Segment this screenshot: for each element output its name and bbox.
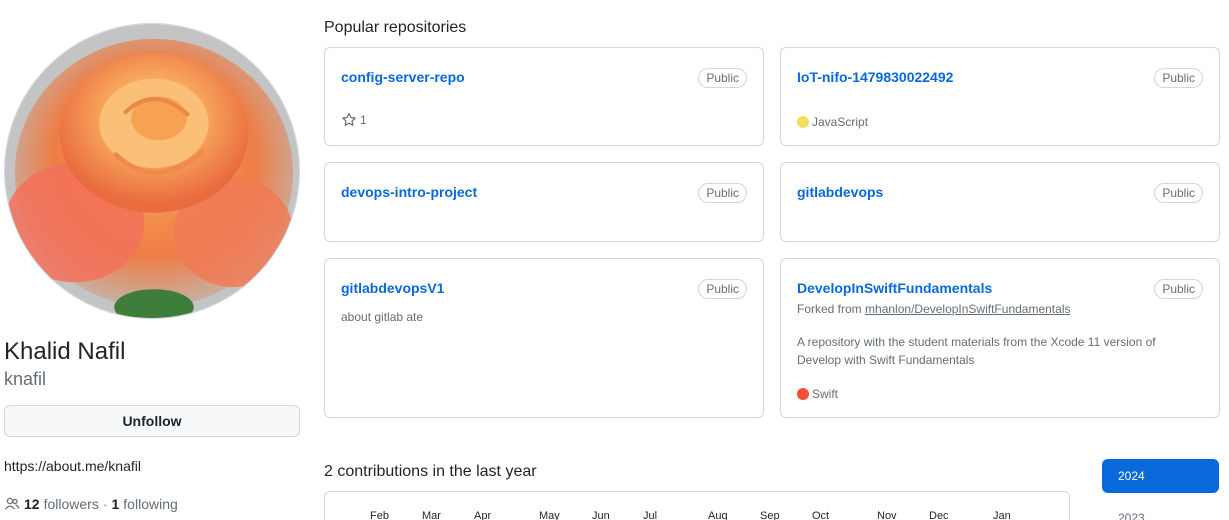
repo-language: Swift (797, 386, 838, 402)
visibility-badge: Public (1154, 279, 1203, 299)
language-color-dot (797, 388, 809, 400)
repo-name-link[interactable]: devops-intro-project (341, 183, 477, 201)
repo-card: DevelopInSwiftFundamentals Public Forked… (780, 258, 1220, 418)
month-label: Jan (993, 510, 1011, 520)
repo-name-link[interactable]: gitlabdevops (797, 183, 883, 201)
month-label: Nov (877, 510, 897, 520)
popular-repositories-title: Popular repositories (324, 19, 467, 36)
repo-name-link[interactable]: config-server-repo (341, 68, 465, 86)
unfollow-button[interactable]: Unfollow (4, 405, 300, 437)
profile-name: Khalid Nafil (4, 338, 126, 365)
people-icon (4, 497, 20, 510)
month-label: Apr (474, 510, 492, 520)
year-2023-link[interactable]: 2023 (1118, 511, 1145, 520)
avatar-rose-image (5, 24, 299, 318)
repo-description: about gitlab ate (341, 310, 424, 324)
forked-from-link[interactable]: mhanlon/DevelopInSwiftFundamentals (865, 302, 1070, 316)
repo-name-link[interactable]: gitlabdevopsV1 (341, 279, 444, 297)
followers-count: 12 (24, 496, 40, 512)
month-label: Mar (422, 510, 441, 520)
language-name: Swift (812, 387, 839, 401)
month-label: Jun (592, 510, 610, 520)
following-count: 1 (111, 496, 120, 512)
repo-name-link[interactable]: IoT-nifo-1479830022492 (797, 68, 953, 86)
visibility-badge: Public (1154, 183, 1203, 203)
profile-url-link[interactable]: https://about.me/knafil (4, 456, 141, 476)
month-label: Jul (643, 510, 658, 520)
repo-card: gitlabdevops Public (780, 162, 1220, 242)
repo-stars[interactable]: 1 (341, 112, 367, 128)
repo-language: JavaScript (797, 114, 868, 130)
repo-card: devops-intro-project Public (324, 162, 764, 242)
star-icon (342, 112, 356, 126)
visibility-badge: Public (698, 68, 747, 88)
month-label: Feb (370, 510, 389, 520)
visibility-badge: Public (1154, 68, 1203, 88)
month-label: Oct (812, 510, 830, 520)
avatar[interactable] (4, 23, 300, 319)
visibility-badge: Public (698, 279, 747, 299)
following-label: following (123, 496, 178, 512)
visibility-badge: Public (698, 183, 747, 203)
followers-link[interactable]: 12 followers (24, 494, 99, 514)
month-label: Dec (929, 510, 949, 520)
star-count: 1 (360, 113, 367, 127)
month-label: May (539, 510, 560, 520)
followers-label: followers (43, 496, 99, 512)
profile-login: knafil (4, 369, 47, 389)
following-link[interactable]: 1 following (112, 494, 178, 514)
follow-stats: 12 followers · 1 following (4, 494, 178, 514)
repo-card: config-server-repo Public 1 (324, 47, 764, 146)
forked-prefix: Forked from (797, 302, 862, 316)
repo-name-link[interactable]: DevelopInSwiftFundamentals (797, 279, 992, 297)
repo-card: IoT-nifo-1479830022492 Public JavaScript (780, 47, 1220, 146)
language-name: JavaScript (812, 115, 869, 129)
follow-separator: · (102, 496, 108, 512)
month-label: Sep (760, 510, 780, 520)
year-2024-button[interactable]: 2024 (1102, 459, 1219, 493)
contributions-title: 2 contributions in the last year (324, 463, 537, 480)
month-label: Aug (708, 510, 728, 520)
language-color-dot (797, 116, 809, 128)
contribution-graph: Feb Mar Apr May Jun Jul Aug Sep Oct Nov … (324, 491, 1070, 520)
forked-from: Forked from mhanlon/DevelopInSwiftFundam… (797, 301, 1070, 317)
repo-card: gitlabdevopsV1 Public about gitlab ate (324, 258, 764, 418)
repo-description: A repository with the student materials … (797, 335, 1156, 367)
